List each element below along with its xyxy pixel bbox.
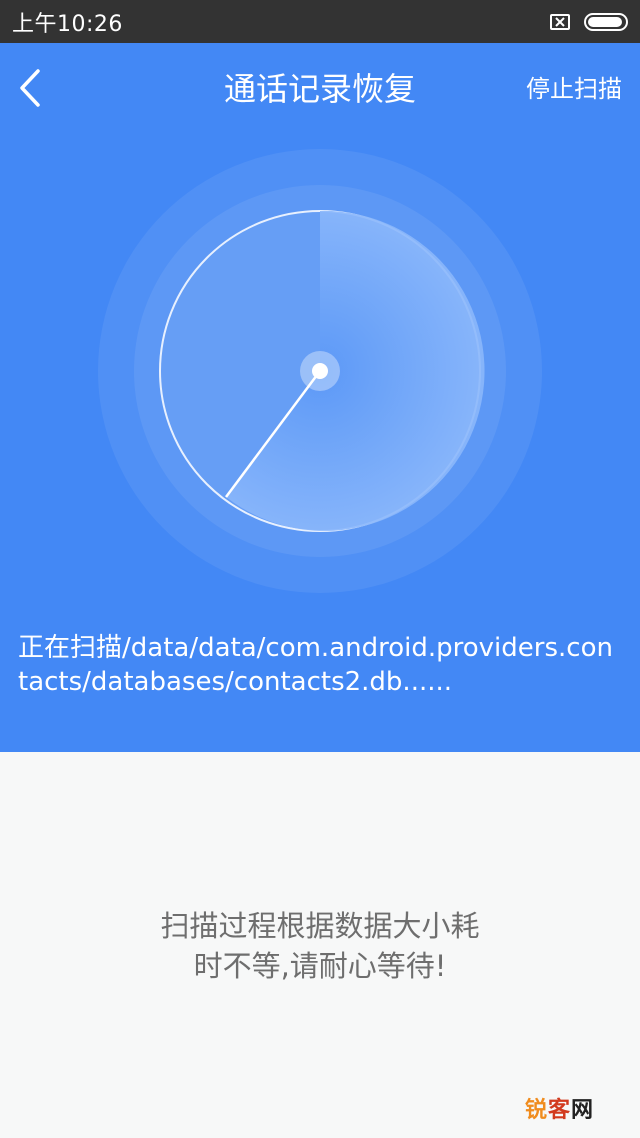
watermark-char-1: 锐 xyxy=(524,1098,548,1123)
watermark-char-2: 客 xyxy=(547,1098,571,1123)
stop-scan-button[interactable]: 停止扫描 xyxy=(526,67,622,111)
status-icons xyxy=(550,12,628,31)
chevron-left-icon xyxy=(20,69,40,107)
watermark-char-3: 网 xyxy=(570,1098,594,1123)
scan-hint: 扫描过程根据数据大小耗 时不等,请耐心等待! xyxy=(0,906,640,986)
nav-bar: 通话记录恢复 停止扫描 xyxy=(0,43,640,135)
scan-hint-line-1: 扫描过程根据数据大小耗 xyxy=(160,909,480,943)
battery-fill xyxy=(588,16,623,27)
battery-icon xyxy=(584,12,628,31)
status-bar: 上午10:26 xyxy=(0,0,640,43)
back-button[interactable] xyxy=(10,63,50,113)
watermark-logo: 锐客网 xyxy=(525,1092,594,1124)
scan-path-text: 正在扫描/data/data/com.android.providers.con… xyxy=(18,633,613,697)
radar-scanner xyxy=(98,149,542,593)
sim-off-icon xyxy=(550,13,570,30)
radar-center-dot xyxy=(312,363,328,379)
status-time: 上午10:26 xyxy=(12,11,123,37)
scan-panel: 通话记录恢复 停止扫描 正在扫描/data/data/com.android.p… xyxy=(0,43,640,752)
scan-hint-line-2: 时不等,请耐心等待! xyxy=(193,949,447,983)
